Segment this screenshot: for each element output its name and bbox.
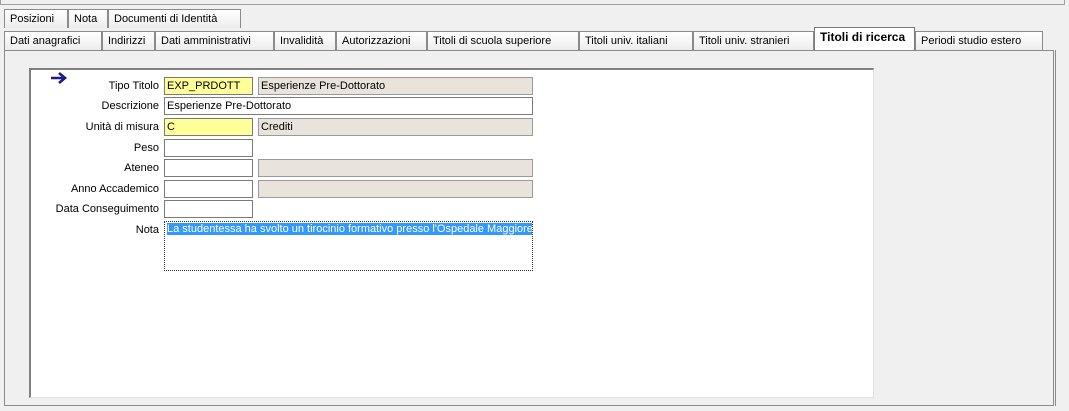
tab-indirizzi[interactable]: Indirizzi (102, 31, 155, 50)
nota-text: La studentessa ha svolto un tirocinio fo… (167, 223, 532, 235)
tab-titoli-scuola-superiore[interactable]: Titoli di scuola superiore (427, 31, 579, 50)
tab-posizioni[interactable]: Posizioni (4, 9, 68, 28)
tab-autorizzazioni[interactable]: Autorizzazioni (336, 31, 427, 50)
anno-accademico-desc-field (258, 180, 533, 198)
peso-input[interactable] (164, 139, 253, 157)
ateneo-label: Ateneo (124, 162, 159, 174)
tab-periodi-studio-estero[interactable]: Periodi studio estero (915, 31, 1043, 50)
arrow-right-icon (51, 72, 68, 84)
tab-nota[interactable]: Nota (68, 9, 108, 28)
nota-textarea[interactable]: La studentessa ha svolto un tirocinio fo… (164, 221, 533, 271)
tipo-titolo-code-input[interactable] (164, 77, 253, 95)
unita-misura-desc-field (258, 118, 533, 136)
descrizione-label: Descrizione (101, 100, 159, 112)
tipo-titolo-label: Tipo Titolo (108, 80, 159, 92)
nota-label: Nota (135, 224, 159, 236)
tab-titoli-di-ricerca[interactable]: Titoli di ricerca (814, 27, 915, 50)
tab-titoli-univ-stranieri[interactable]: Titoli univ. stranieri (693, 31, 814, 50)
descrizione-input[interactable] (164, 97, 533, 115)
tipo-titolo-desc-field (258, 77, 533, 95)
tab-titoli-univ-italiani[interactable]: Titoli univ. italiani (579, 31, 693, 50)
panel-edge (1055, 50, 1056, 406)
tab-dati-anagrafici[interactable]: Dati anagrafici (4, 31, 102, 50)
tab-invalidita[interactable]: Invalidità (274, 31, 336, 50)
data-conseguimento-input[interactable] (164, 200, 253, 218)
top-frame (0, 0, 1065, 5)
unita-misura-code-input[interactable] (164, 118, 253, 136)
data-conseguimento-label: Data Conseguimento (55, 203, 159, 215)
tab-dati-amministrativi[interactable]: Dati amministrativi (155, 31, 274, 50)
anno-accademico-label: Anno Accademico (70, 183, 159, 195)
unita-misura-label: Unità di misura (85, 121, 159, 133)
anno-accademico-code-input[interactable] (164, 180, 253, 198)
peso-label: Peso (133, 142, 159, 154)
tab-documenti-identita[interactable]: Documenti di Identità (108, 9, 241, 28)
ateneo-code-input[interactable] (164, 159, 253, 177)
ateneo-desc-field (258, 159, 533, 177)
